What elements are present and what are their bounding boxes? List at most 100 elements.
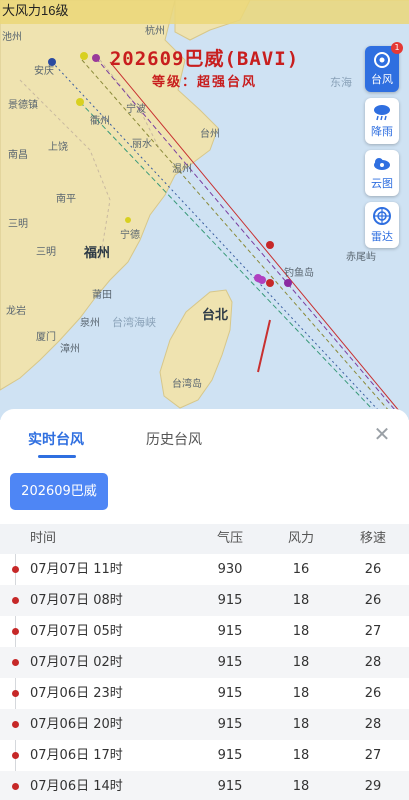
map-label-ningbo: 宁波 (126, 104, 146, 115)
track-dot-icon (12, 566, 19, 573)
track-dot-icon (12, 690, 19, 697)
track-point[interactable] (258, 276, 266, 284)
row-wind: 16 (292, 562, 310, 577)
table-row[interactable]: 07月06日 20时 915 18 28 (0, 709, 409, 740)
track-dot-icon (12, 659, 19, 666)
map-label-taiwan-strait: 台湾海峡 (112, 316, 156, 329)
row-wind: 18 (292, 655, 310, 670)
track-dot-icon (12, 752, 19, 759)
active-tab-indicator (38, 455, 76, 458)
cloud-layer-label: 云图 (371, 177, 393, 190)
table-header: 时间 气压 风力 移速 (0, 524, 409, 554)
row-wind: 18 (292, 748, 310, 763)
typhoon-info-sheet: 实时台风 历史台风 ✕ 202609巴威 时间 气压 风力 移速 07月07日 … (0, 409, 409, 800)
map-label-ningde: 宁德 (120, 230, 140, 241)
row-pressure: 915 (217, 593, 243, 608)
row-speed: 28 (364, 655, 382, 670)
track-dot-icon (12, 628, 19, 635)
row-pressure: 915 (217, 779, 243, 794)
map-label-lishui: 丽水 (132, 139, 152, 150)
cloud-layer-button[interactable]: 云图 (365, 150, 399, 196)
map-label-zhangzhou: 漳州 (60, 344, 80, 355)
storm-selector-chip[interactable]: 202609巴威 (10, 473, 108, 510)
row-pressure: 930 (217, 562, 243, 577)
map-label-taiwan-island: 台湾岛 (172, 379, 202, 390)
map-label-sanming-2: 三明 (36, 247, 56, 258)
typhoon-layer-label: 台风 (371, 73, 393, 86)
track-dot-icon (12, 783, 19, 790)
close-icon[interactable]: ✕ (373, 424, 391, 444)
radar-layer-button[interactable]: 雷达 (365, 202, 399, 248)
table-row[interactable]: 07月07日 02时 915 18 28 (0, 647, 409, 678)
row-speed: 27 (364, 624, 382, 639)
map-label-sanming: 三明 (8, 219, 28, 230)
tab-bar: 实时台风 历史台风 ✕ (0, 409, 409, 467)
row-speed: 29 (364, 779, 382, 794)
map-label-diaoyu: 钓鱼岛 (284, 268, 314, 279)
map-label-wenzhou: 温州 (172, 164, 192, 175)
header-speed: 移速 (359, 531, 386, 546)
forecast-point[interactable] (125, 217, 131, 223)
typhoon-map[interactable]: 大风力16级 202609巴威(BAVI) 等级：超强台风 杭州 池州 安庆 景… (0, 0, 409, 420)
track-point[interactable] (284, 279, 292, 287)
typhoon-icon (374, 52, 390, 68)
row-speed: 26 (364, 686, 382, 701)
map-label-nanchang: 南昌 (8, 150, 28, 161)
map-label-nanping: 南平 (56, 194, 76, 205)
row-wind: 18 (292, 686, 310, 701)
table-row[interactable]: 07月07日 05时 915 18 27 (0, 616, 409, 647)
map-label-quanzhou: 泉州 (80, 318, 100, 329)
header-pressure: 气压 (216, 531, 243, 546)
map-label-quzhou: 衢州 (90, 116, 110, 127)
map-label-putian: 莆田 (92, 290, 112, 301)
rain-layer-button[interactable]: 降雨 (365, 98, 399, 144)
row-pressure: 915 (217, 686, 243, 701)
track-dot-icon (12, 721, 19, 728)
forecast-point[interactable] (76, 98, 84, 106)
row-time: 07月07日 08时 (30, 593, 123, 608)
map-label-xiamen: 厦门 (36, 332, 56, 343)
table-row[interactable]: 07月07日 11时 930 16 26 (0, 554, 409, 585)
map-label-chizhou: 池州 (2, 32, 22, 43)
row-speed: 28 (364, 717, 382, 732)
map-label-fuzhou: 福州 (84, 246, 111, 261)
row-time: 07月07日 11时 (30, 562, 123, 577)
map-label-east-sea: 东海 (330, 76, 352, 89)
tab-realtime-typhoon[interactable]: 实时台风 (28, 429, 84, 449)
map-label-shangrao: 上饶 (48, 142, 68, 153)
rain-layer-label: 降雨 (371, 125, 393, 138)
header-time: 时间 (30, 531, 57, 546)
row-wind: 18 (292, 624, 310, 639)
table-row[interactable]: 07月07日 08时 915 18 26 (0, 585, 409, 616)
top-banner: 大风力16级 (0, 0, 409, 24)
tab-history-typhoon[interactable]: 历史台风 (146, 429, 202, 449)
track-point[interactable] (266, 279, 274, 287)
table-row[interactable]: 07月06日 17时 915 18 27 (0, 740, 409, 771)
map-label-hangzhou: 杭州 (145, 26, 165, 37)
map-label-taipei: 台北 (202, 308, 229, 323)
map-label-jingdezhen: 景德镇 (8, 100, 38, 111)
rain-icon (374, 105, 390, 121)
typhoon-layer-button[interactable]: 1 台风 (365, 42, 403, 92)
cloud-image-icon (374, 158, 390, 170)
row-time: 07月07日 05时 (30, 624, 123, 639)
row-speed: 26 (364, 562, 382, 577)
row-time: 07月06日 14时 (30, 779, 123, 794)
row-pressure: 915 (217, 748, 243, 763)
row-time: 07月06日 23时 (30, 686, 123, 701)
track-point[interactable] (266, 241, 274, 249)
row-pressure: 915 (217, 624, 243, 639)
row-pressure: 915 (217, 717, 243, 732)
typhoon-title: 202609巴威(BAVI) (109, 48, 300, 70)
notification-badge: 1 (391, 42, 403, 54)
table-row[interactable]: 07月06日 23时 915 18 26 (0, 678, 409, 709)
radar-layer-label: 雷达 (371, 230, 393, 243)
map-label-longyan: 龙岩 (6, 306, 26, 317)
row-wind: 18 (292, 779, 310, 794)
radar-icon (373, 207, 391, 225)
map-layer-toolbar: 1 台风 降雨 云图 雷达 (365, 42, 403, 254)
map-label-anqing: 安庆 (34, 66, 54, 77)
row-time: 07月07日 02时 (30, 655, 123, 670)
row-pressure: 915 (217, 655, 243, 670)
table-row[interactable]: 07月06日 14时 915 18 29 (0, 771, 409, 800)
